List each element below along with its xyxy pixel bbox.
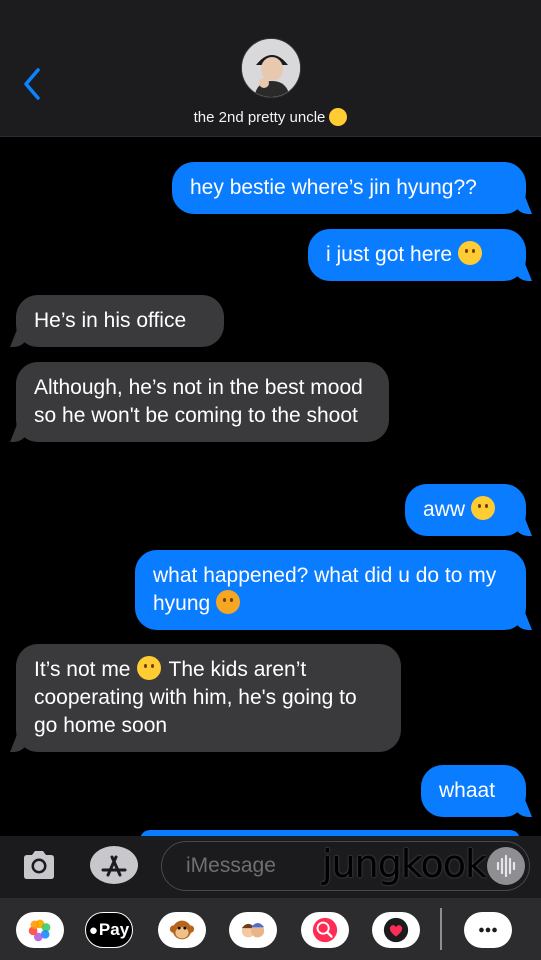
angry-emoji-icon: [216, 590, 241, 614]
message-text: hey bestie where’s jin hyung??: [190, 176, 477, 199]
memoji-button[interactable]: [229, 912, 277, 948]
eye-roll-emoji-icon: [136, 656, 161, 680]
conversation-header: the 2nd pretty uncle: [0, 0, 541, 137]
heart-touch-icon: [383, 917, 409, 943]
message-sent[interactable]: i just got here: [308, 229, 526, 281]
message-sent[interactable]: hey bestie where’s jin hyung??: [172, 162, 526, 214]
message-text: He’s in his office: [34, 309, 187, 332]
message-text: It’s not me: [34, 658, 131, 681]
drawer-divider: [440, 908, 442, 950]
message-text: what happened? what did u do to my hyung: [153, 564, 497, 615]
animoji-button[interactable]: [158, 912, 206, 948]
camera-icon: [24, 851, 54, 879]
monkey-icon: [169, 920, 195, 940]
message-sent[interactable]: what happened? what did u do to my hyung: [135, 550, 526, 630]
message-sent[interactable]: whaat: [421, 765, 526, 817]
frowning-emoji-icon: [471, 496, 496, 520]
contact-name[interactable]: the 2nd pretty uncle: [0, 108, 541, 126]
audio-record-button[interactable]: [487, 847, 525, 885]
message-input-placeholder: iMessage: [186, 854, 276, 877]
contact-name-label: the 2nd pretty uncle: [193, 109, 326, 126]
chevron-left-icon: [24, 68, 40, 100]
message-received[interactable]: Although, he’s not in the best mood so h…: [16, 362, 389, 442]
apple-pay-button[interactable]: ● Pay: [85, 912, 133, 948]
more-apps-button[interactable]: [464, 912, 512, 948]
message-text: Although, he’s not in the best mood so h…: [34, 376, 363, 427]
apple-logo-icon: ●: [88, 921, 98, 939]
search-globe-icon: [312, 917, 338, 943]
message-received[interactable]: It’s not me The kids aren’t cooperating w…: [16, 644, 401, 752]
back-button[interactable]: [18, 64, 48, 104]
app-store-icon: [101, 855, 127, 877]
image-search-button[interactable]: [301, 912, 349, 948]
flushed-emoji-icon: [329, 108, 348, 126]
memoji-icon: [241, 923, 265, 938]
ellipsis-icon: [479, 927, 497, 933]
woozy-emoji-icon: [458, 241, 483, 265]
waveform-icon: [496, 854, 516, 878]
message-text: aww: [423, 498, 466, 521]
contact-avatar[interactable]: [241, 38, 301, 98]
message-received[interactable]: He’s in his office: [16, 295, 224, 347]
photos-app-button[interactable]: [16, 912, 64, 948]
message-text: i just got here: [326, 243, 453, 266]
message-sent[interactable]: aww: [405, 484, 526, 536]
camera-button[interactable]: [20, 848, 58, 882]
message-text: whaat: [439, 779, 496, 802]
name-sticker: jungkook: [322, 842, 487, 886]
avatar-photo: [242, 39, 300, 97]
photos-icon: [28, 919, 51, 942]
digital-touch-button[interactable]: [372, 912, 420, 948]
apple-pay-label: Pay: [98, 920, 130, 939]
app-store-button[interactable]: [90, 846, 138, 884]
